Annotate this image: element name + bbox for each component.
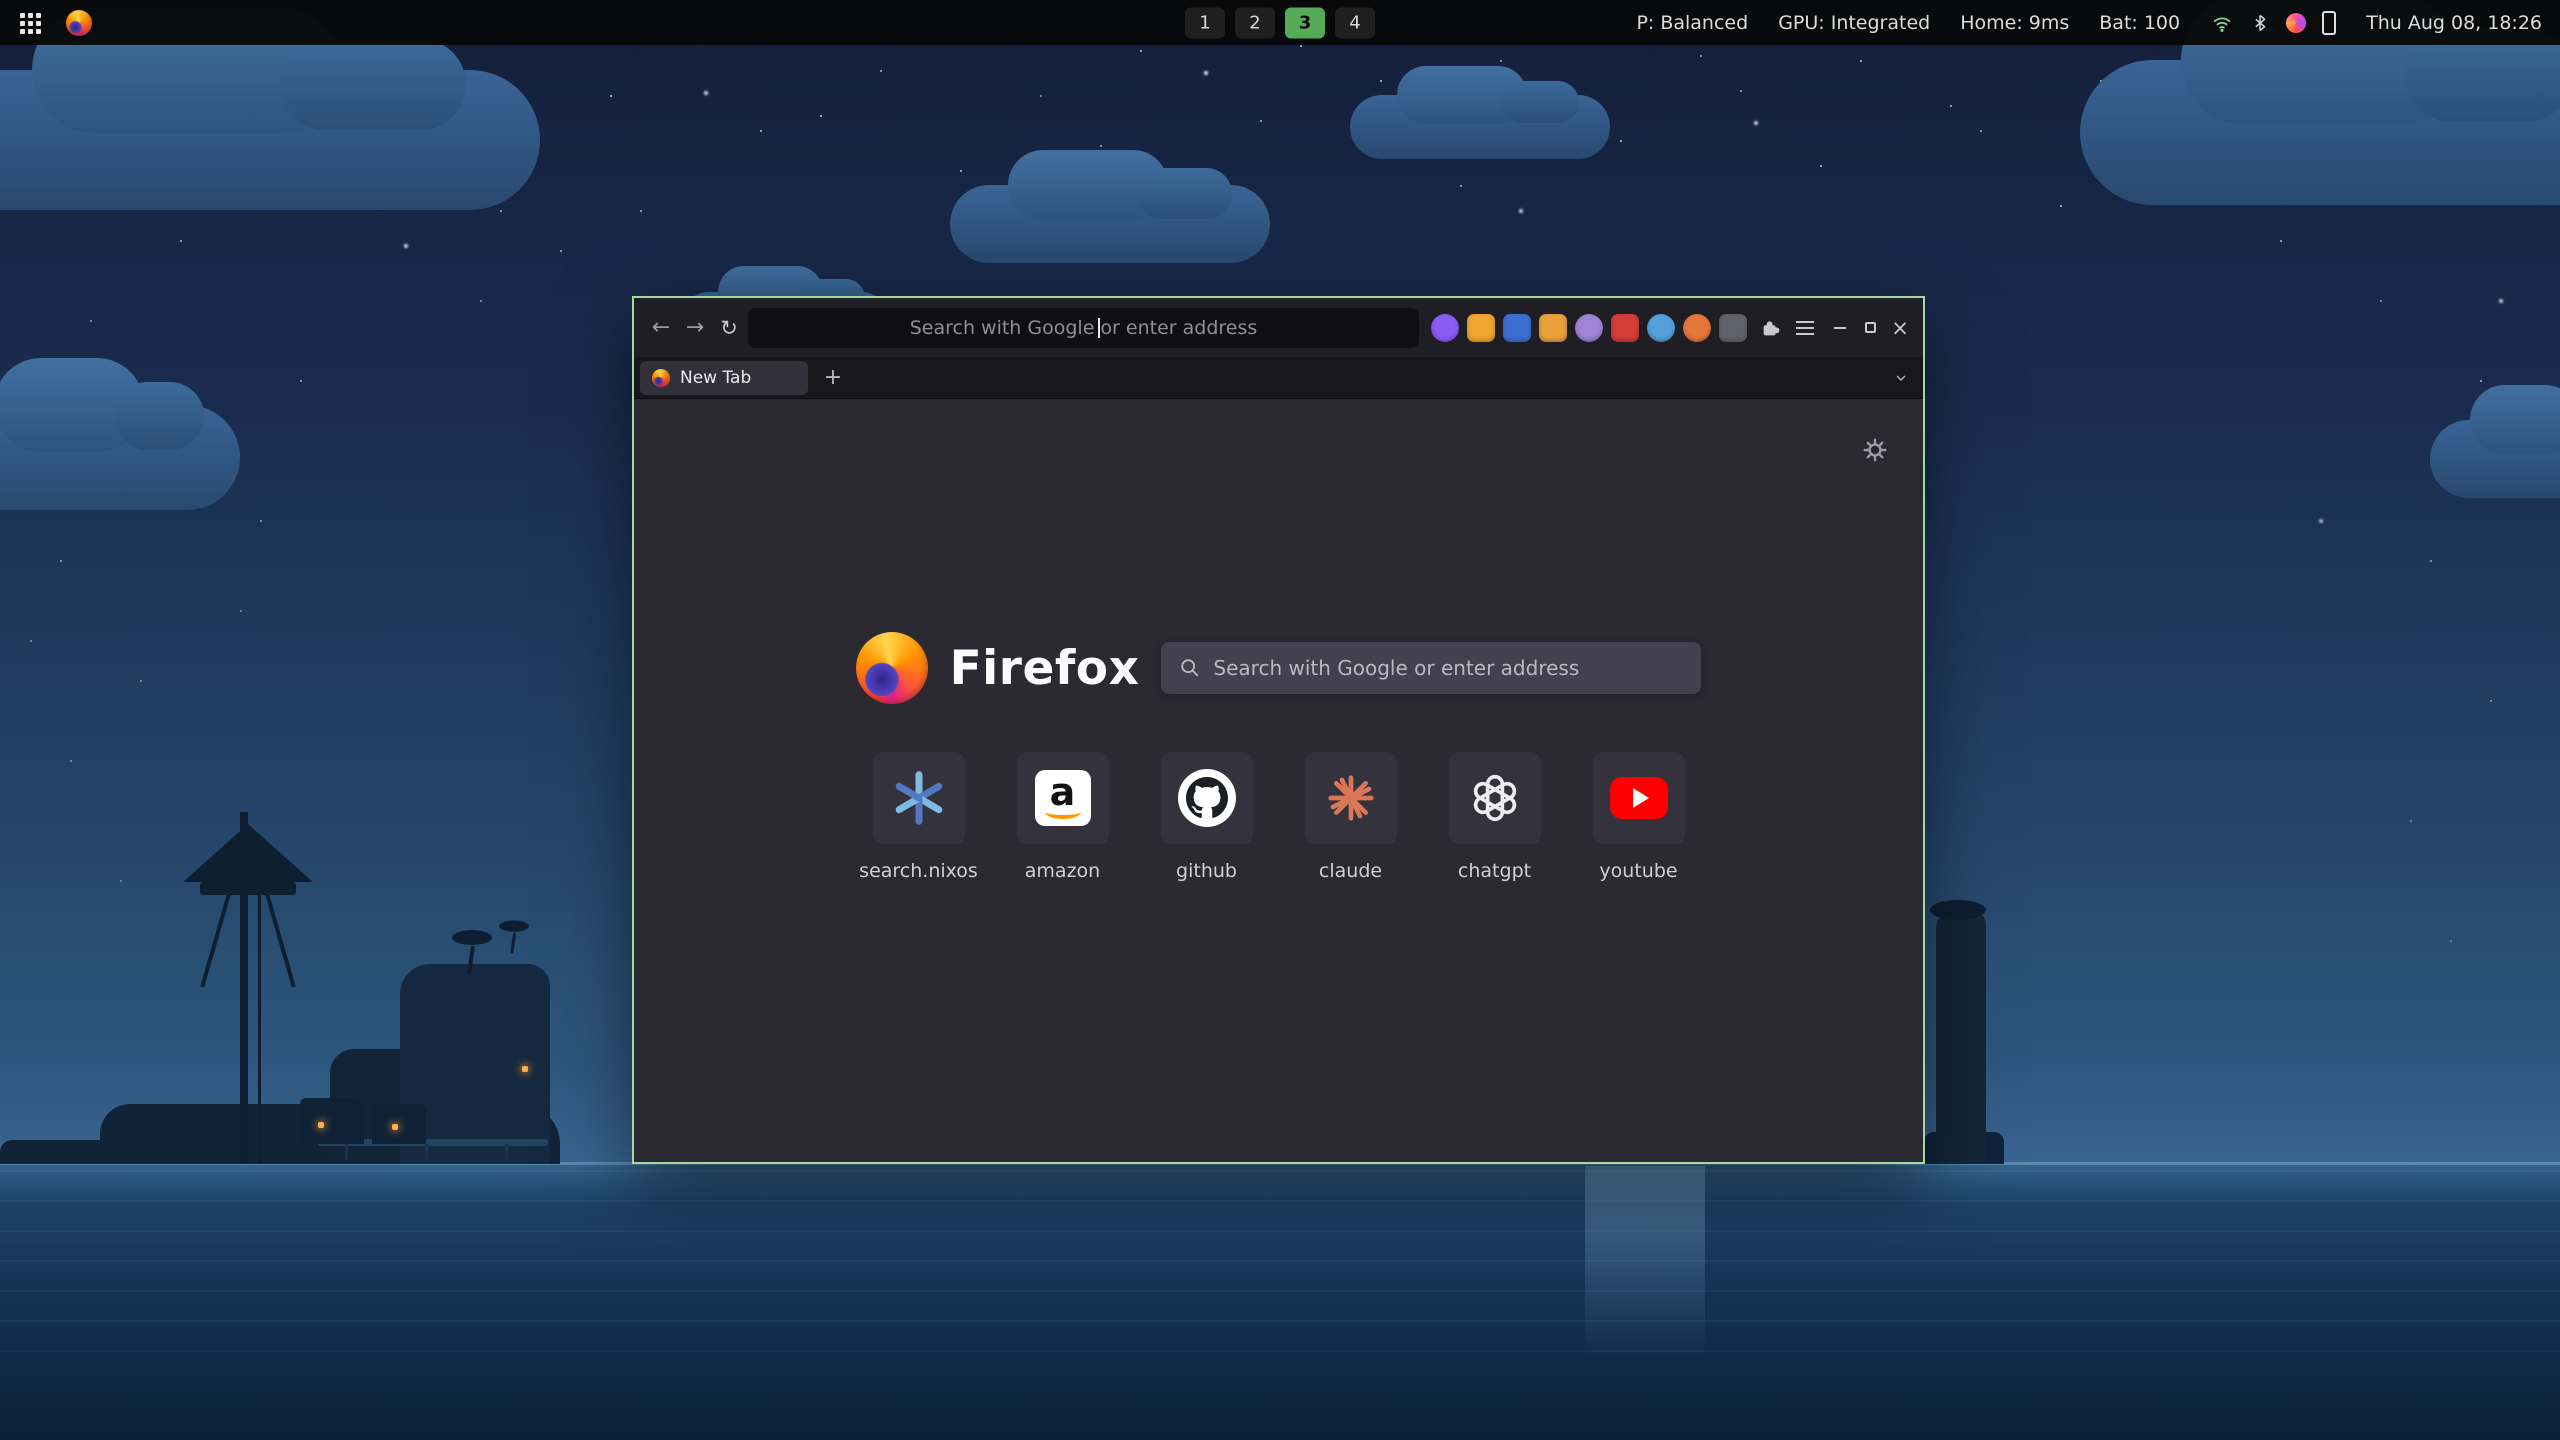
extension-icon-2[interactable] <box>1467 314 1495 342</box>
shortcut-amazon[interactable]: a amazon <box>1017 752 1109 882</box>
wallpaper-palm-tree <box>450 930 494 974</box>
desktop: 1 2 3 4 P: Balanced GPU: Integrated Home… <box>0 0 2560 1440</box>
wallpaper-cloud <box>2430 420 2560 498</box>
new-tab-button[interactable]: + <box>818 363 848 393</box>
wallpaper-island-left <box>0 800 620 1164</box>
minimize-button[interactable] <box>1827 315 1853 341</box>
extension-toolbar <box>1431 314 1747 342</box>
firefox-wordmark: Firefox <box>950 641 1140 696</box>
workspace-switcher: 1 2 3 4 <box>1185 7 1375 38</box>
tab-title: New Tab <box>680 368 751 388</box>
claude-starburst-icon <box>1324 771 1378 825</box>
youtube-play-icon <box>1610 777 1668 819</box>
bluetooth-icon <box>2250 12 2270 34</box>
firefox-launcher-icon[interactable] <box>66 10 92 36</box>
shortcut-label: amazon <box>1025 860 1100 882</box>
wallpaper-window-light <box>318 1122 324 1128</box>
window-controls: × <box>1827 315 1913 341</box>
firefox-favicon <box>652 369 670 387</box>
wallpaper-island-right <box>1924 880 2014 1164</box>
shortcut-label: youtube <box>1599 860 1677 882</box>
extension-icon-3[interactable] <box>1503 314 1531 342</box>
wallpaper-palm-tree <box>498 921 531 954</box>
firefox-window: ← → ↻ Search with Google or enter addres… <box>632 296 1925 1164</box>
clock[interactable]: Thu Aug 08, 18:26 <box>2366 12 2542 34</box>
maximize-button[interactable] <box>1857 315 1883 341</box>
shortcut-label: search.nixos <box>859 860 978 882</box>
shortcut-label: github <box>1176 860 1237 882</box>
phone-icon <box>2322 11 2336 35</box>
extension-icon-1[interactable] <box>1431 314 1459 342</box>
workspace-3[interactable]: 3 <box>1285 7 1325 38</box>
menu-hamburger-icon[interactable] <box>1791 314 1819 342</box>
topbar-left <box>18 10 92 36</box>
shortcut-claude[interactable]: claude <box>1305 752 1397 882</box>
wallpaper-cloud <box>0 405 240 510</box>
status-gpu: GPU: Integrated <box>1778 12 1930 34</box>
extension-icon-8[interactable] <box>1683 314 1711 342</box>
shortcut-label: claude <box>1319 860 1382 882</box>
browser-toolbar: ← → ↻ Search with Google or enter addres… <box>634 298 1923 357</box>
workspace-2[interactable]: 2 <box>1235 7 1275 38</box>
wallpaper-cloud <box>1350 95 1610 159</box>
wifi-icon <box>2210 12 2234 34</box>
wallpaper-hut <box>372 1104 426 1144</box>
status-icons <box>2210 11 2336 35</box>
text-caret <box>1098 318 1100 338</box>
github-octocat-icon <box>1178 769 1236 827</box>
shortcut-chatgpt[interactable]: chatgpt <box>1449 752 1541 882</box>
reload-button[interactable]: ↻ <box>712 311 746 345</box>
wallpaper-cloud <box>0 70 540 210</box>
firefox-logo <box>856 632 928 704</box>
workspace-1[interactable]: 1 <box>1185 7 1225 38</box>
extension-icon-4[interactable] <box>1539 314 1567 342</box>
wallpaper-cloud <box>2080 60 2560 205</box>
extension-icon-9[interactable] <box>1719 314 1747 342</box>
newtab-search-input[interactable]: Search with Google or enter address <box>1161 642 1701 694</box>
shortcut-search-nixos[interactable]: search.nixos <box>873 752 965 882</box>
status-ping: Home: 9ms <box>1960 12 2069 34</box>
url-bar[interactable]: Search with Google or enter address <box>748 308 1419 348</box>
tab-list-chevron-icon[interactable] <box>1893 370 1909 386</box>
shortcut-label: chatgpt <box>1458 860 1531 882</box>
workspace-4[interactable]: 4 <box>1335 7 1375 38</box>
forward-button[interactable]: → <box>678 311 712 345</box>
topbar-status: P: Balanced GPU: Integrated Home: 9ms Ba… <box>1636 11 2542 35</box>
wallpaper-window-light <box>392 1124 398 1130</box>
shortcut-github[interactable]: github <box>1161 752 1253 882</box>
extension-icon-6[interactable] <box>1611 314 1639 342</box>
back-button[interactable]: ← <box>644 311 678 345</box>
wallpaper-cloud <box>950 185 1270 263</box>
color-profile-icon <box>2286 13 2306 33</box>
extensions-puzzle-icon[interactable] <box>1757 314 1785 342</box>
status-power-profile: P: Balanced <box>1636 12 1748 34</box>
wallpaper-waves <box>0 1170 2560 1370</box>
status-battery: Bat: 100 <box>2099 12 2180 34</box>
personalize-gear-icon[interactable] <box>1862 437 1888 467</box>
amazon-icon: a <box>1035 770 1091 826</box>
apps-grid-icon[interactable] <box>18 11 42 35</box>
nixos-snowflake-icon <box>891 770 947 826</box>
shortcut-youtube[interactable]: youtube <box>1593 752 1685 882</box>
extension-icon-5[interactable] <box>1575 314 1603 342</box>
url-bar-placeholder: Search with Google or enter address <box>910 317 1258 339</box>
close-button[interactable]: × <box>1887 315 1913 341</box>
tab-new-tab[interactable]: New Tab <box>640 361 808 395</box>
wallpaper-window-light <box>522 1066 528 1072</box>
chatgpt-knot-icon <box>1469 772 1521 824</box>
topbar: 1 2 3 4 P: Balanced GPU: Integrated Home… <box>0 0 2560 45</box>
search-icon <box>1179 657 1201 679</box>
extension-icon-7[interactable] <box>1647 314 1675 342</box>
shortcut-tiles: search.nixos a amazon <box>634 752 1923 882</box>
newtab-search-placeholder: Search with Google or enter address <box>1213 656 1579 680</box>
tab-bar: New Tab + <box>634 357 1923 399</box>
wallpaper-hut <box>300 1098 364 1144</box>
firefox-hero: Firefox Search with Google or enter addr… <box>634 632 1923 704</box>
new-tab-page: Firefox Search with Google or enter addr… <box>634 399 1923 1162</box>
